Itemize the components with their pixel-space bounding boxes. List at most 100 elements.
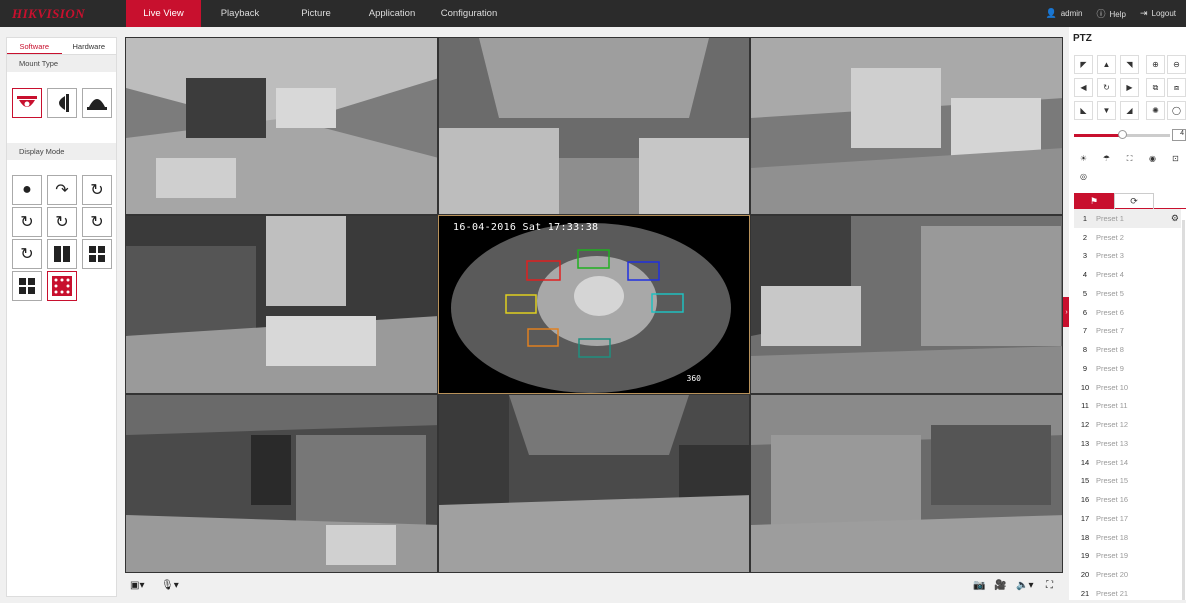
video-window-2[interactable] [438,37,750,215]
preset-label: Preset 6 [1096,307,1124,317]
fullscreen-icon: ⛶ [1046,580,1053,591]
preset-row[interactable]: 15 Preset 15 [1074,472,1181,491]
3d-zoom-button[interactable]: ⛶ [1120,149,1139,168]
preset-row[interactable]: 2 Preset 2 [1074,228,1181,247]
logout-link[interactable]: ⇥ Logout [1140,8,1176,19]
ceiling-mount-button[interactable] [12,88,42,118]
ptz-down-right-button[interactable]: ◢ [1120,101,1139,120]
preset-number: 4 [1082,270,1088,280]
table-mount-icon [87,99,107,110]
tab-patrols[interactable]: ⟳ [1114,193,1154,209]
preset-row[interactable]: 1 Preset 1 ⚙ [1074,209,1181,228]
nav-picture[interactable]: Picture [279,0,353,27]
lens-init-button[interactable]: ◉ [1143,149,1162,168]
fisheye-4ptz-button[interactable]: ↻ [47,207,77,237]
aux-focus-icon: ⊡ [1172,154,1179,163]
tab-hardware[interactable]: Hardware [62,38,117,54]
preset-row[interactable]: 10 Preset 10 [1074,378,1181,397]
preset-row[interactable]: 3 Preset 3 [1074,247,1181,266]
ptz-up-right-button[interactable]: ◥ [1120,55,1139,74]
preset-row[interactable]: 18 Preset 18 [1074,528,1181,547]
light-button[interactable]: ☀ [1074,149,1093,168]
video-window-1[interactable] [125,37,438,215]
table-mount-button[interactable] [82,88,112,118]
wiper-button[interactable]: ☂ [1097,149,1116,168]
aux-focus-button[interactable]: ⊡ [1166,149,1185,168]
preset-row[interactable]: 16 Preset 16 [1074,490,1181,509]
video-window-6[interactable] [750,215,1063,394]
preset-label: Preset 5 [1096,288,1124,298]
zoom-in-button[interactable]: ⊕ [1146,55,1165,74]
preset-row[interactable]: 19 Preset 19 [1074,547,1181,566]
preset-row[interactable]: 8 Preset 8 [1074,340,1181,359]
grid-3x3-icon [52,276,72,296]
capture-button[interactable]: 📷 [973,580,985,591]
video-window-3[interactable] [750,37,1063,215]
preset-row[interactable]: 14 Preset 14 [1074,453,1181,472]
gear-icon[interactable]: ⚙ [1171,213,1179,224]
nav-live-view[interactable]: Live View [126,0,201,27]
ptz-down-button[interactable]: ▼ [1097,101,1116,120]
manual-track-button[interactable]: ◎ [1074,167,1093,186]
focus-far-button[interactable]: ⧈ [1167,78,1186,97]
tab-software[interactable]: Software [7,38,62,54]
preset-label: Preset 10 [1096,382,1129,392]
ptz-auto-button[interactable]: ↻ [1097,78,1116,97]
fisheye-8ptz-button[interactable]: ↻ [82,207,112,237]
preset-row[interactable]: 13 Preset 13 [1074,434,1181,453]
fisheye-mode-button[interactable]: ● [12,175,42,205]
preset-scrollbar[interactable] [1182,220,1185,600]
nav-playback[interactable]: Playback [201,0,279,27]
video-window-7[interactable] [125,394,438,573]
iris-close-button[interactable]: ◯ [1167,101,1186,120]
panorama-180-button[interactable]: ↷ [47,175,77,205]
ptz-left-button[interactable]: ◀ [1074,78,1093,97]
circle-icon: ● [22,181,32,198]
nav-configuration[interactable]: Configuration [431,0,507,27]
preset-row[interactable]: 12 Preset 12 [1074,415,1181,434]
video-grid: 16-04-2016 Sat 17:33:38 360 [125,37,1063,573]
fisheye-ptz-button[interactable]: ↻ [12,207,42,237]
volume-button[interactable]: 🔈▾ [1016,580,1033,591]
fisheye-8ptz-grid-button[interactable] [47,271,77,301]
rotate-dots-icon: ↻ [20,246,34,263]
wall-mount-button[interactable] [47,88,77,118]
panorama-360-button[interactable]: ↻ [82,175,112,205]
focus-near-button[interactable]: ⧉ [1146,78,1165,97]
record-button[interactable]: 🎥 [994,580,1006,591]
video-window-8[interactable] [438,394,750,573]
panorama-3ptz-button[interactable] [12,271,42,301]
preset-row[interactable]: 7 Preset 7 [1074,322,1181,341]
preset-row[interactable]: 11 Preset 11 [1074,397,1181,416]
video-window-4[interactable] [125,215,438,394]
preset-number: 12 [1080,420,1090,430]
preset-row[interactable]: 5 Preset 5 [1074,284,1181,303]
user-name: admin [1060,9,1083,18]
preset-row[interactable]: 6 Preset 6 [1074,303,1181,322]
video-window-5-fisheye[interactable]: 16-04-2016 Sat 17:33:38 360 [438,215,750,394]
zoom-out-button[interactable]: ⊖ [1167,55,1186,74]
preset-row[interactable]: 9 Preset 9 [1074,359,1181,378]
camera-feed-image [439,395,749,572]
dual-panorama-button[interactable] [47,239,77,269]
user-link[interactable]: 👤 admin [1046,8,1083,19]
ptz-speed-knob[interactable] [1118,130,1127,139]
fullscreen-button[interactable]: ⛶ [1046,580,1053,591]
help-link[interactable]: ⓘ Help [1097,7,1126,20]
preset-row[interactable]: 17 Preset 17 [1074,509,1181,528]
ptz-right-button[interactable]: ▶ [1120,78,1139,97]
audio-button[interactable]: 🎙▾ [161,580,179,591]
video-window-9[interactable] [750,394,1063,573]
window-split-button[interactable]: ▣▾ [130,580,144,591]
preset-row[interactable]: 4 Preset 4 [1074,265,1181,284]
preset-row[interactable]: 20 Preset 20 [1074,565,1181,584]
quad-view-button[interactable] [82,239,112,269]
tab-presets[interactable]: ⚑ [1074,193,1114,209]
preset-label: Preset 14 [1096,457,1129,467]
ptz-down-left-button[interactable]: ◣ [1074,101,1093,120]
ptz-up-left-button[interactable]: ◤ [1074,55,1093,74]
panorama-ptz-button[interactable]: ↻ [12,239,42,269]
ptz-up-button[interactable]: ▲ [1097,55,1116,74]
nav-application[interactable]: Application [353,0,431,27]
iris-open-button[interactable]: ✺ [1146,101,1165,120]
